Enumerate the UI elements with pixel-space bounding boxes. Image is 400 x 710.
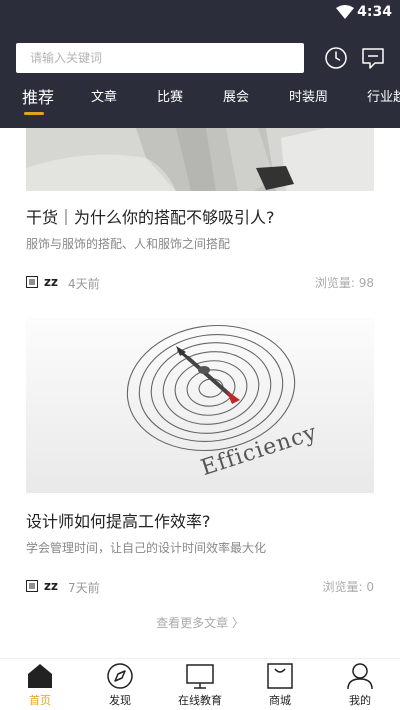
search-input[interactable] bbox=[16, 43, 304, 73]
article-time: 7天前 bbox=[68, 581, 100, 595]
article-meta: zz 7天前 浏览量: 0 bbox=[26, 578, 374, 596]
tab-exhibitions[interactable]: 展会 bbox=[223, 86, 249, 105]
article-title[interactable]: 干货｜为什么你的搭配不够吸引人? bbox=[26, 204, 275, 228]
article-image-efficiency[interactable]: Efficiency bbox=[26, 318, 374, 493]
top-header: 4:34 推荐 文章 比赛 展会 时装周 行业趋 bbox=[0, 0, 400, 128]
history-clock-icon[interactable] bbox=[324, 46, 348, 70]
wifi-icon bbox=[336, 5, 354, 19]
status-time: 4:34 bbox=[357, 4, 392, 20]
article-author: zz bbox=[44, 579, 58, 593]
message-icon[interactable] bbox=[361, 46, 385, 70]
nav-discover[interactable]: 发现 bbox=[80, 659, 160, 710]
user-icon bbox=[347, 663, 373, 690]
tab-competitions[interactable]: 比赛 bbox=[157, 86, 183, 105]
article-author: zz bbox=[44, 275, 58, 289]
nav-home-label: 首页 bbox=[29, 694, 51, 707]
fashion-photo bbox=[26, 128, 374, 191]
nav-shop-label: 商城 bbox=[269, 694, 291, 707]
article-image-fashion[interactable] bbox=[26, 128, 374, 191]
article-feed: 干货｜为什么你的搭配不够吸引人? 服饰与服饰的搭配、人和服饰之间搭配 zz 4天… bbox=[0, 128, 400, 658]
article-views: 浏览量: 0 bbox=[322, 580, 375, 594]
article-views: 浏览量: 98 bbox=[314, 276, 374, 290]
home-icon bbox=[28, 664, 52, 688]
compass-icon bbox=[107, 663, 133, 689]
active-tab-indicator bbox=[24, 112, 44, 115]
nav-online-education[interactable]: 在线教育 bbox=[160, 659, 240, 710]
article-meta: zz 4天前 浏览量: 98 bbox=[26, 274, 374, 292]
nav-me-label: 我的 bbox=[349, 694, 371, 707]
author-icon bbox=[26, 580, 38, 592]
search-row bbox=[16, 43, 388, 73]
tab-articles[interactable]: 文章 bbox=[91, 86, 117, 105]
nav-home[interactable]: 首页 bbox=[0, 659, 80, 710]
status-bar: 4:34 bbox=[0, 0, 400, 26]
shopping-bag-icon bbox=[267, 663, 293, 689]
search-box[interactable] bbox=[16, 43, 304, 73]
author-icon bbox=[26, 276, 38, 288]
tab-industry-trends[interactable]: 行业趋 bbox=[367, 86, 400, 105]
nav-shop[interactable]: 商城 bbox=[240, 659, 320, 710]
article-title[interactable]: 设计师如何提高工作效率? bbox=[26, 508, 211, 532]
more-articles-link[interactable]: 查看更多文章 〉 bbox=[0, 614, 400, 631]
nav-online-education-label: 在线教育 bbox=[178, 694, 222, 707]
category-tabs: 推荐 文章 比赛 展会 时装周 行业趋 bbox=[0, 86, 400, 126]
monitor-icon bbox=[186, 664, 214, 689]
tab-recommend[interactable]: 推荐 bbox=[22, 86, 54, 108]
efficiency-target-photo: Efficiency bbox=[26, 318, 374, 493]
article-description: 服饰与服饰的搭配、人和服饰之间搭配 bbox=[26, 237, 231, 251]
nav-discover-label: 发现 bbox=[109, 694, 131, 707]
tab-fashion-week[interactable]: 时装周 bbox=[289, 86, 328, 105]
article-description: 学会管理时间，让自己的设计时间效率最大化 bbox=[26, 541, 267, 555]
bottom-nav: 首页 发现 在线教育 商城 我的 bbox=[0, 658, 400, 710]
nav-me[interactable]: 我的 bbox=[320, 659, 400, 710]
article-time: 4天前 bbox=[68, 277, 100, 291]
